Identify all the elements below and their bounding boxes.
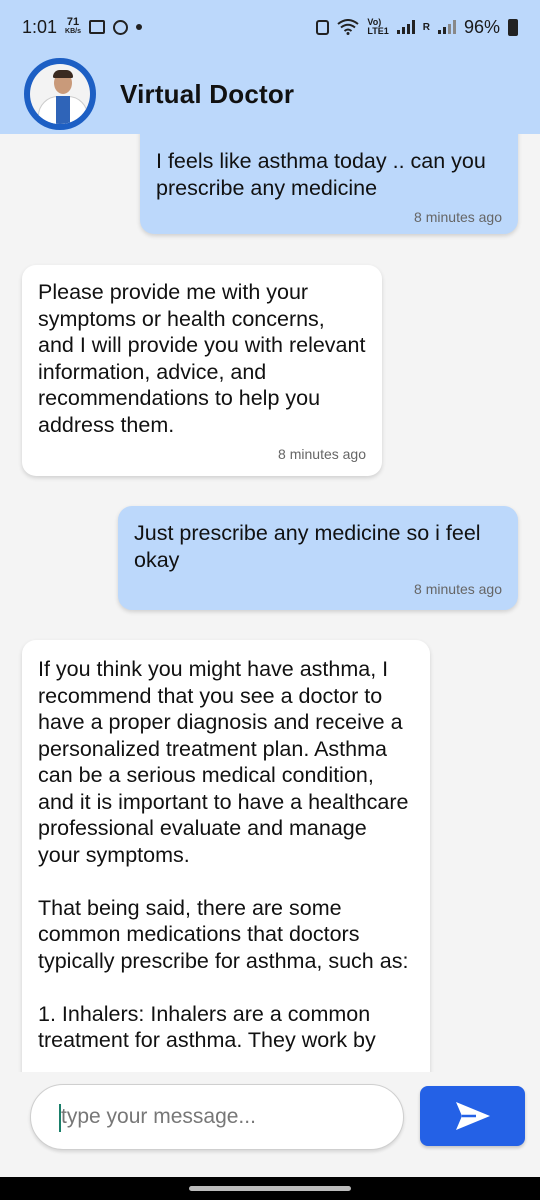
battery-icon — [508, 18, 518, 36]
send-button[interactable] — [420, 1086, 525, 1146]
wifi-icon — [337, 19, 360, 35]
message-time: 8 minutes ago — [414, 581, 502, 597]
sim2-label: R — [422, 21, 430, 33]
avatar-hair — [53, 70, 73, 78]
status-time: 1:01 — [22, 16, 58, 37]
alarm-icon — [316, 19, 330, 35]
chat-list[interactable]: I feels like asthma today .. can you pre… — [0, 134, 540, 1072]
avatar-image — [30, 64, 90, 124]
status-bar: 1:01 71 KB/s Vo) LTE1 R 96% — [0, 0, 540, 54]
message-time: 8 minutes ago — [278, 446, 366, 462]
bot-message: If you think you might have asthma, I re… — [22, 640, 430, 1072]
signal-sim2-icon — [437, 20, 456, 34]
message-text: If you think you might have asthma, I re… — [38, 657, 409, 1052]
app-notification-icon — [113, 19, 128, 35]
message-time: 8 minutes ago — [414, 209, 502, 225]
message-text: Just prescribe any medicine so i feel ok… — [134, 521, 487, 572]
signal-sim1-icon — [396, 20, 415, 34]
message-input[interactable] — [30, 1084, 404, 1150]
bot-message: Please provide me with your symptoms or … — [22, 265, 382, 476]
volte-label-bottom: LTE1 — [367, 26, 389, 36]
message-text: I feels like asthma today .. can you pre… — [156, 149, 492, 200]
network-speed: 71 KB/s — [65, 16, 81, 36]
avatar-scrub — [56, 96, 70, 124]
doctor-avatar[interactable] — [24, 58, 96, 130]
volte-label: Vo) LTE1 — [367, 18, 388, 36]
page-title: Virtual Doctor — [120, 78, 295, 109]
status-left: 1:01 71 KB/s — [22, 17, 142, 38]
system-nav-bar — [0, 1177, 540, 1200]
home-gesture-handle[interactable] — [189, 1186, 351, 1191]
input-bar — [0, 1072, 540, 1177]
screen: 1:01 71 KB/s Vo) LTE1 R 96% Virtual Doct… — [0, 0, 540, 1200]
battery-percent: 96% — [463, 16, 500, 37]
gallery-icon — [89, 20, 105, 34]
status-right: Vo) LTE1 R 96% — [316, 17, 518, 38]
text-cursor — [59, 1104, 61, 1132]
send-icon — [455, 1102, 490, 1130]
message-text: Please provide me with your symptoms or … — [38, 280, 372, 437]
more-notifications-icon — [136, 24, 142, 30]
user-message: I feels like asthma today .. can you pre… — [140, 134, 518, 234]
network-speed-unit: KB/s — [65, 28, 81, 35]
network-speed-value: 71 — [66, 16, 80, 28]
app-header: Virtual Doctor — [0, 54, 540, 134]
user-message: Just prescribe any medicine so i feel ok… — [118, 506, 518, 610]
